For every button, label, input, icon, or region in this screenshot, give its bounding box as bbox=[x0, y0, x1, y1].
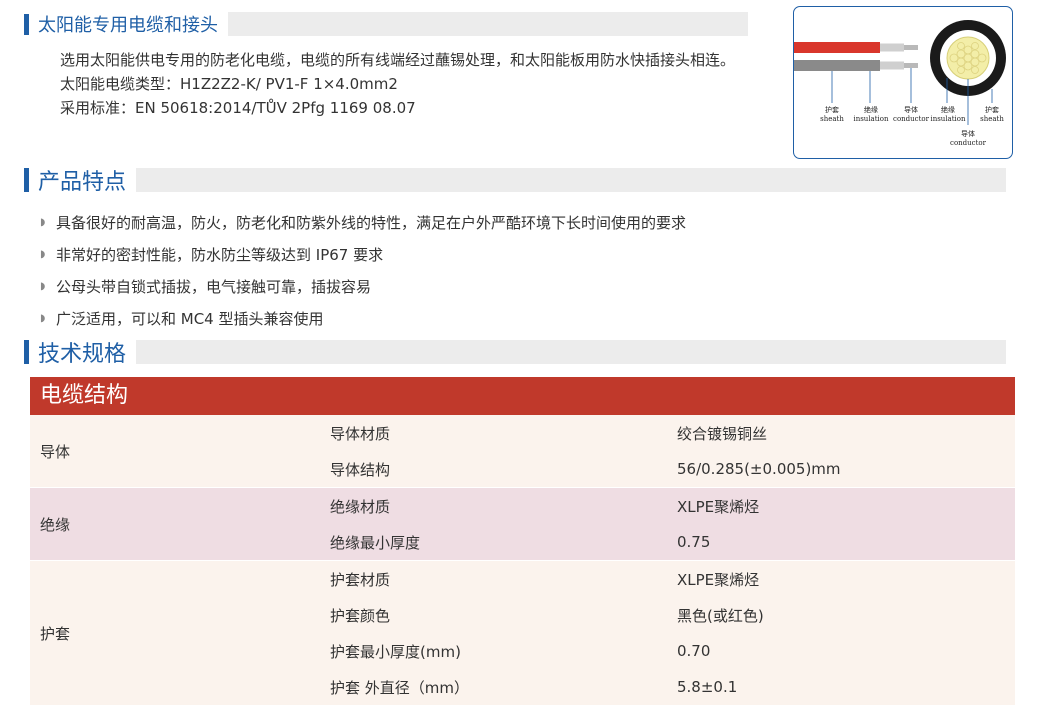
section-header-solar-cable: 太阳能专用电缆和接头 bbox=[24, 11, 748, 37]
gray-cable-insulation bbox=[880, 61, 904, 70]
group-name: 护套 bbox=[40, 624, 71, 643]
param-cell: 护套 外直径（mm） bbox=[330, 678, 469, 697]
bullet-icon: ◗ bbox=[40, 312, 46, 324]
table-row: 护套最小厚度(mm) 0.70 bbox=[320, 633, 1015, 669]
red-cable-sheath bbox=[794, 42, 880, 53]
value-cell: 5.8±0.1 bbox=[677, 678, 738, 696]
section-title: 太阳能专用电缆和接头 bbox=[29, 11, 228, 37]
diagram-label-sheath-left: 护套 sheath bbox=[820, 106, 844, 123]
param-cell: 护套材质 bbox=[330, 570, 391, 589]
intro-text: 选用太阳能供电专用的防老化电缆，电缆的所有线端经过蘸锡处理，和太阳能板用防水快插… bbox=[28, 48, 748, 120]
table-row: 护套颜色 黑色(或红色) bbox=[320, 597, 1015, 633]
list-item: ◗ 非常好的密封性能，防水防尘等级达到 IP67 要求 bbox=[40, 238, 686, 270]
bullet-icon: ◗ bbox=[40, 216, 46, 228]
feature-list: ◗ 具备很好的耐高温，防火，防老化和防紫外线的特性，满足在户外严酷环境下长时间使… bbox=[40, 206, 686, 334]
value-cell: 56/0.285(±0.005)mm bbox=[677, 460, 841, 478]
list-item: ◗ 具备很好的耐高温，防火，防老化和防紫外线的特性，满足在户外严酷环境下长时间使… bbox=[40, 206, 686, 238]
table-row: 导体结构 56/0.285(±0.005)mm bbox=[320, 451, 1015, 487]
diagram-label-insulation-left: 绝缘 insulation bbox=[853, 106, 889, 123]
table-row: 绝缘最小厚度 0.75 bbox=[320, 524, 1015, 560]
value-cell: 0.70 bbox=[677, 642, 711, 660]
list-item: ◗ 广泛适用，可以和 MC4 型插头兼容使用 bbox=[40, 302, 686, 334]
table-row: 护套 外直径（mm） 5.8±0.1 bbox=[320, 669, 1015, 705]
section-title: 技术规格 bbox=[29, 336, 137, 368]
group-name: 绝缘 bbox=[40, 515, 71, 534]
bullet-icon: ◗ bbox=[40, 280, 46, 292]
diagram-label-conductor-center: 导体 conductor bbox=[950, 130, 986, 147]
red-cable-insulation bbox=[880, 43, 904, 52]
value-cell: 绞合镀锡铜丝 bbox=[677, 424, 768, 443]
section-divider-band bbox=[228, 12, 748, 36]
feature-text: 非常好的密封性能，防水防尘等级达到 IP67 要求 bbox=[56, 245, 384, 264]
param-cell: 护套颜色 bbox=[330, 606, 391, 625]
feature-text: 具备很好的耐高温，防火，防老化和防紫外线的特性，满足在户外严酷环境下长时间使用的… bbox=[56, 213, 687, 232]
feature-text: 公母头带自锁式插拔，电气接触可靠，插拔容易 bbox=[56, 277, 372, 296]
param-cell: 绝缘最小厚度 bbox=[330, 533, 421, 552]
section-divider-band bbox=[136, 168, 1007, 192]
bullet-icon: ◗ bbox=[40, 248, 46, 260]
red-cable-conductor bbox=[904, 45, 918, 50]
value-cell: 0.75 bbox=[677, 533, 711, 551]
param-cell: 绝缘材质 bbox=[330, 497, 391, 516]
value-cell: 黑色(或红色) bbox=[677, 606, 764, 625]
table-row: 护套材质 XLPE聚烯烃 bbox=[320, 561, 1015, 597]
section-header-features: 产品特点 bbox=[24, 164, 1007, 196]
cable-type-line: 太阳能电缆类型：H1Z2Z2-K/ PV1-F 1×4.0mm2 bbox=[60, 75, 398, 93]
feature-text: 广泛适用，可以和 MC4 型插头兼容使用 bbox=[56, 309, 324, 328]
intro-paragraph: 选用太阳能供电专用的防老化电缆，电缆的所有线端经过蘸锡处理，和太阳能板用防水快插… bbox=[60, 51, 736, 69]
spec-table: 导体 导体材质 绞合镀锡铜丝 导体结构 56/0.285(±0.005)mm 绝… bbox=[30, 415, 1015, 706]
standard-line: 采用标准：EN 50618:2014/TŮV 2Pfg 1169 08.07 bbox=[60, 99, 416, 117]
diagram-label-sheath-right: 护套 sheath bbox=[980, 106, 1004, 123]
gray-cable-sheath bbox=[794, 60, 880, 71]
value-cell: XLPE聚烯烃 bbox=[677, 570, 760, 589]
table-group-conductor: 导体 导体材质 绞合镀锡铜丝 导体结构 56/0.285(±0.005)mm bbox=[30, 415, 1015, 488]
table-row: 导体材质 绞合镀锡铜丝 bbox=[320, 415, 1015, 451]
cable-structure-diagram: 护套 sheath 绝缘 insulation 导体 conductor 绝缘 insu… bbox=[793, 6, 1013, 159]
table-row: 绝缘材质 XLPE聚烯烃 bbox=[320, 488, 1015, 524]
section-divider-band bbox=[136, 340, 1007, 364]
cross-section-conductor bbox=[946, 36, 990, 80]
diagram-label-conductor: 导体 conductor bbox=[893, 106, 929, 123]
gray-cable-conductor bbox=[904, 63, 918, 68]
section-header-specs: 技术规格 bbox=[24, 336, 1007, 368]
value-cell: XLPE聚烯烃 bbox=[677, 497, 760, 516]
diagram-label-insulation-right: 绝缘 insulation bbox=[930, 106, 966, 123]
table-group-insulation: 绝缘 绝缘材质 XLPE聚烯烃 绝缘最小厚度 0.75 bbox=[30, 488, 1015, 561]
table-header: 电缆结构 bbox=[30, 377, 1015, 415]
table-group-sheath: 护套 护套材质 XLPE聚烯烃 护套颜色 黑色(或红色) 护套最小厚度(mm) … bbox=[30, 561, 1015, 706]
param-cell: 导体材质 bbox=[330, 424, 391, 443]
param-cell: 护套最小厚度(mm) bbox=[330, 642, 461, 661]
section-title: 产品特点 bbox=[29, 164, 137, 196]
group-name: 导体 bbox=[40, 442, 71, 461]
param-cell: 导体结构 bbox=[330, 460, 391, 479]
list-item: ◗ 公母头带自锁式插拔，电气接触可靠，插拔容易 bbox=[40, 270, 686, 302]
